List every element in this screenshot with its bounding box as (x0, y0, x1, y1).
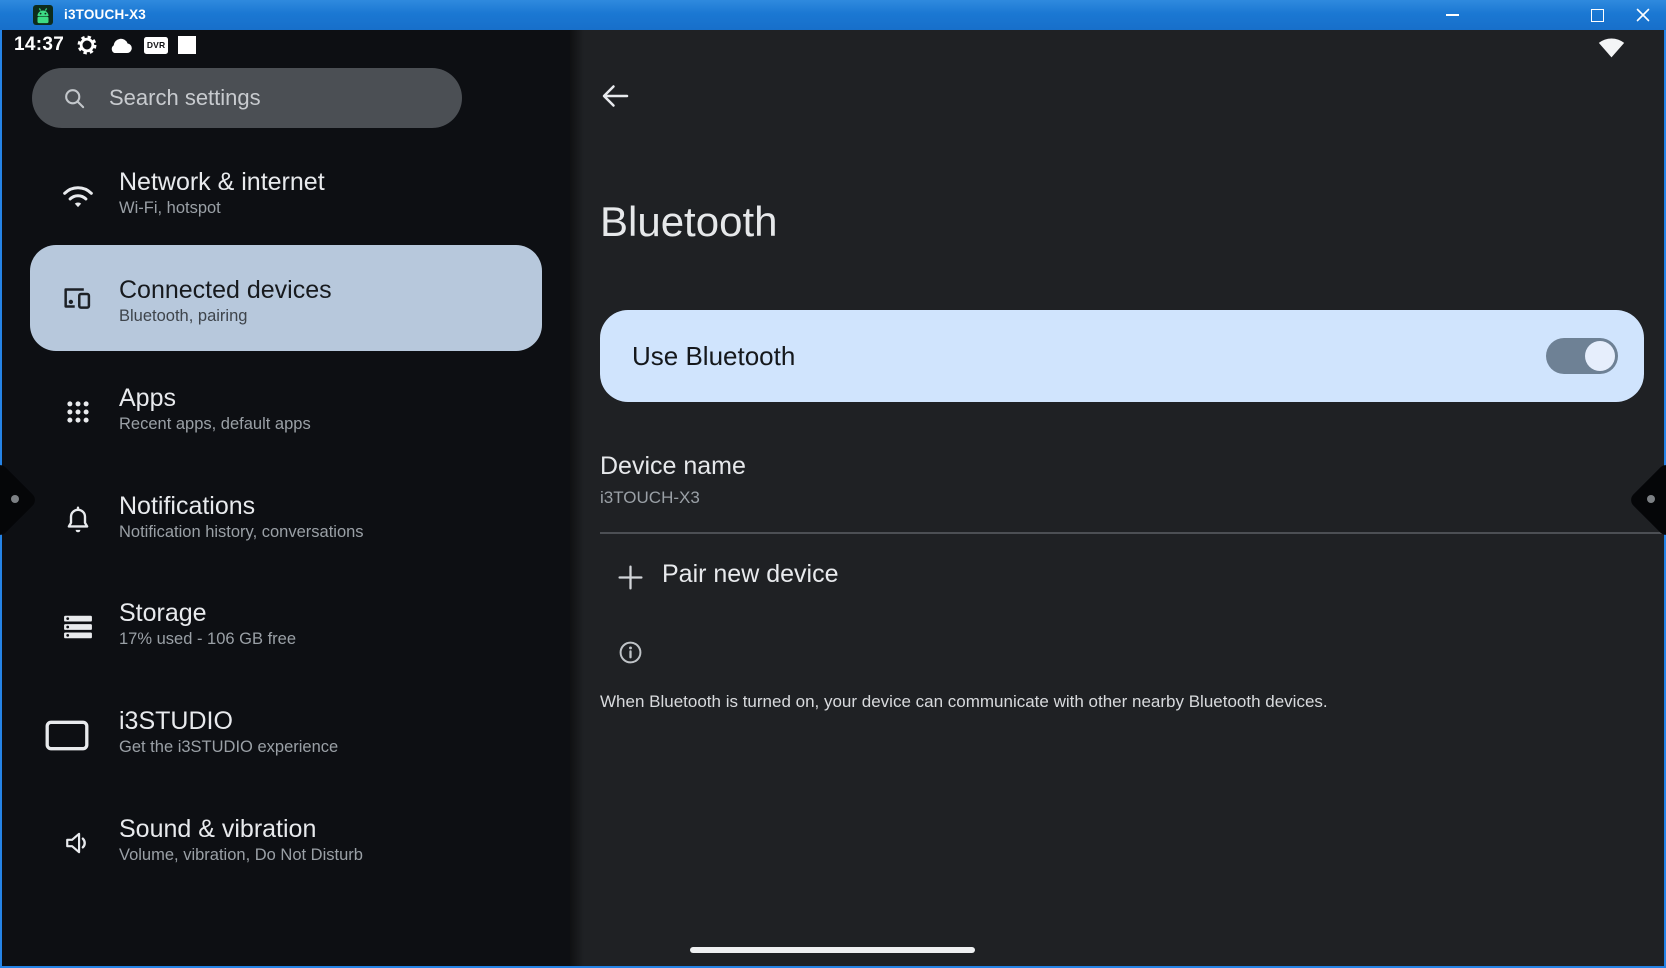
sidebar-item-i3studio[interactable]: i3STUDIO Get the i3STUDIO experience (2, 687, 542, 783)
back-arrow-icon (600, 82, 630, 110)
sidebar-item-sublabel: Bluetooth, pairing (119, 307, 247, 326)
close-button[interactable] (1626, 0, 1660, 30)
dvr-badge: DVR (144, 37, 168, 54)
page-title: Bluetooth (600, 198, 777, 246)
sidebar-item-label: Storage (119, 599, 207, 628)
home-indicator-bar[interactable] (690, 947, 975, 953)
bell-icon (54, 496, 102, 544)
app-window: i3TOUCH-X3 14:37 DVR (0, 0, 1666, 968)
sidebar-item-label: Network & internet (119, 168, 325, 197)
sidebar-item-connected-devices[interactable]: Connected devices Bluetooth, pairing (30, 245, 542, 351)
display-icon (43, 711, 91, 759)
status-clock: 14:37 (14, 34, 64, 56)
devices-icon (53, 274, 101, 322)
sidebar-item-label: Connected devices (119, 276, 332, 305)
bluetooth-info-text: When Bluetooth is turned on, your device… (600, 692, 1328, 712)
bluetooth-toggle[interactable] (1546, 338, 1618, 374)
window-titlebar: i3TOUCH-X3 (0, 0, 1666, 30)
window-title: i3TOUCH-X3 (64, 7, 146, 22)
sidebar-item-sublabel: 17% used - 106 GB free (119, 630, 296, 649)
sidebar-item-sublabel: Get the i3STUDIO experience (119, 738, 338, 757)
pair-new-device-row[interactable]: Pair new device (570, 546, 1664, 616)
sidebar-item-label: Apps (119, 384, 176, 413)
pair-new-device-label: Pair new device (662, 560, 838, 589)
search-placeholder: Search settings (109, 85, 261, 111)
sidebar-item-label: i3STUDIO (119, 707, 233, 736)
search-input[interactable]: Search settings (32, 68, 462, 128)
maximize-button[interactable] (1580, 0, 1614, 30)
bluetooth-detail-pane: Bluetooth Use Bluetooth Device name i3TO… (570, 30, 1664, 966)
cloud-icon (108, 36, 134, 55)
sidebar-item-notifications[interactable]: Notifications Notification history, conv… (2, 472, 542, 568)
sidebar-item-sublabel: Recent apps, default apps (119, 415, 311, 434)
settings-gear-icon (76, 34, 98, 56)
use-bluetooth-label: Use Bluetooth (632, 310, 795, 402)
device-name-row[interactable]: Device name i3TOUCH-X3 (570, 442, 1664, 538)
speaker-icon (54, 819, 102, 867)
sidebar-item-network-internet[interactable]: Network & internet Wi-Fi, hotspot (2, 148, 542, 244)
android-app-icon (33, 5, 53, 25)
apps-grid-icon (54, 388, 102, 436)
settings-sidebar: 14:37 DVR Search settings (2, 30, 570, 966)
sidebar-item-sublabel: Volume, vibration, Do Not Disturb (119, 846, 363, 865)
sidebar-item-storage[interactable]: Storage 17% used - 106 GB free (2, 579, 542, 675)
sidebar-item-label: Sound & vibration (119, 815, 316, 844)
sidebar-item-apps[interactable]: Apps Recent apps, default apps (2, 364, 542, 460)
right-edge-handle-dot (1647, 495, 1655, 503)
sidebar-item-sound-vibration[interactable]: Sound & vibration Volume, vibration, Do … (2, 795, 542, 891)
left-edge-handle-dot (11, 495, 19, 503)
status-bar-left: 14:37 DVR (14, 30, 196, 60)
device-name-value: i3TOUCH-X3 (600, 488, 700, 508)
section-divider (600, 532, 1664, 534)
plus-icon (617, 564, 644, 596)
minimize-button[interactable] (1435, 0, 1469, 30)
wifi-status-icon (1598, 37, 1625, 63)
sidebar-item-sublabel: Wi-Fi, hotspot (119, 199, 221, 218)
close-icon (1636, 8, 1650, 22)
wifi-icon (54, 172, 102, 220)
back-button[interactable] (600, 82, 632, 114)
toggle-thumb (1585, 341, 1615, 371)
use-bluetooth-card[interactable]: Use Bluetooth (600, 310, 1644, 402)
device-name-label: Device name (600, 452, 746, 481)
search-icon (62, 86, 87, 111)
sidebar-item-sublabel: Notification history, conversations (119, 523, 364, 542)
screen-square-icon (178, 36, 196, 54)
info-icon (618, 640, 643, 670)
storage-icon (54, 603, 102, 651)
sidebar-item-label: Notifications (119, 492, 255, 521)
